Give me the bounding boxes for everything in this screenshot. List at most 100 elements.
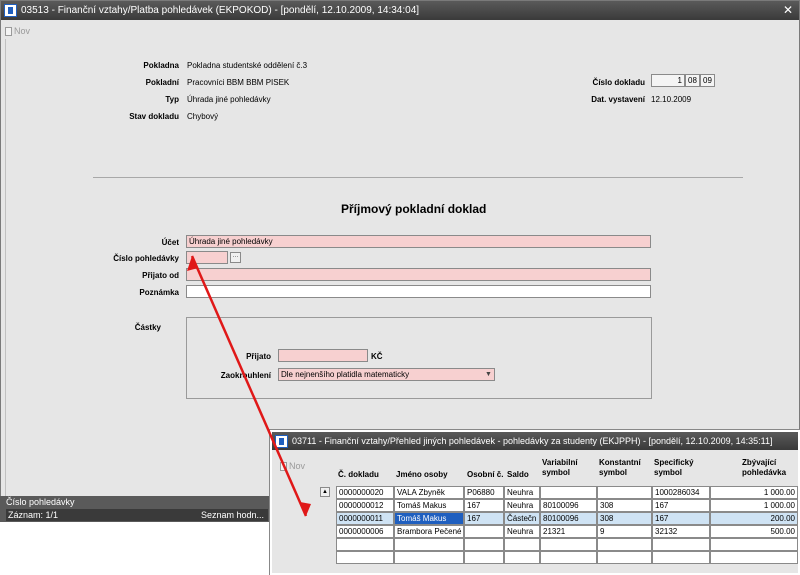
cell-cislo-dokladu[interactable] [336,551,394,564]
cell-konstantni-symbol[interactable]: 308 [597,499,652,512]
cell-jmeno-osoby[interactable]: Tomáš Makus [394,499,464,512]
col-header-osobni-cislo[interactable]: Osobní č. [467,470,503,480]
cell-osobni-cislo[interactable] [464,525,504,538]
cell-jmeno-osoby[interactable]: VALA Zbyněk [394,486,464,499]
cell-osobni-cislo[interactable] [464,538,504,551]
cell-jmeno-osoby[interactable]: Brambora Pečené [394,525,464,538]
datum-vystaveni-label: Dat. vystavení [591,95,645,104]
pokladni-value: Pracovníci BBM BBM PISEK [187,78,290,87]
cislo-dokladu-month[interactable]: 08 [685,74,700,87]
cell-osobni-cislo[interactable]: 167 [464,499,504,512]
cell-variabilni-symbol[interactable] [540,551,597,564]
left-divider [5,39,6,497]
col-header-konstantni-symbol[interactable]: Konstantní symbol [599,458,649,478]
cell-jmeno-osoby[interactable]: Tomáš Makus [394,512,464,525]
app-icon [275,435,288,448]
new-button[interactable]: Nov [5,26,30,36]
poznamka-label: Poznámka [139,288,179,297]
cell-osobni-cislo[interactable]: 167 [464,512,504,525]
pokladna-value: Pokladna studentské oddělení č.3 [187,61,308,70]
ucet-field[interactable]: Úhrada jiné pohledávky [186,235,651,248]
cell-saldo[interactable]: Částečn [504,512,540,525]
secondary-title-bar[interactable]: 03711 - Finanční vztahy/Přehled jiných p… [272,432,798,450]
cislo-dokladu-year[interactable]: 09 [700,74,715,87]
value-list-link[interactable]: Seznam hodn... [201,509,264,521]
col-header-zbyvajici-pohledavka[interactable]: Zbývající pohledávka [742,458,800,478]
form-heading: Příjmový pokladní doklad [341,202,487,216]
cell-zbyvajici-pohledavka[interactable]: 200.00 [710,512,798,525]
cell-specificky-symbol[interactable]: 1000286034 [652,486,710,499]
currency-label: KČ [371,352,383,361]
cislo-pohledavky-field[interactable] [186,251,228,264]
cell-konstantni-symbol[interactable] [597,538,652,551]
cell-konstantni-symbol[interactable] [597,551,652,564]
secondary-window: 03711 - Finanční vztahy/Přehled jiných p… [270,430,800,575]
castky-label: Částky [134,323,161,332]
cell-specificky-symbol[interactable] [652,538,710,551]
cell-variabilni-symbol[interactable] [540,538,597,551]
prijato-label: Přijato [246,352,271,361]
chevron-down-icon[interactable]: ▼ [484,370,493,379]
cell-specificky-symbol[interactable]: 167 [652,512,710,525]
cislo-pohledavky-label: Číslo pohledávky [113,254,179,263]
col-header-cislo-dokladu[interactable]: Č. dokladu [338,470,379,480]
close-icon[interactable]: ✕ [783,2,793,19]
lookup-panel-status: Záznam: 1/1 Seznam hodn... [6,509,268,521]
new-document-icon [280,462,287,471]
cell-specificky-symbol[interactable]: 167 [652,499,710,512]
cell-cislo-dokladu[interactable]: 0000000012 [336,499,394,512]
main-title-bar[interactable]: 03513 - Finanční vztahy/Platba pohledáve… [1,1,799,20]
section-divider [93,177,743,178]
cell-saldo[interactable] [504,551,540,564]
cell-saldo[interactable]: Neuhra [504,525,540,538]
col-header-variabilni-symbol[interactable]: Variabilní symbol [542,458,592,478]
cell-cislo-dokladu[interactable] [336,538,394,551]
cell-saldo[interactable]: Neuhra [504,486,540,499]
pokladni-label: Pokladní [145,78,179,87]
cell-zbyvajici-pohledavka[interactable] [710,538,798,551]
cell-zbyvajici-pohledavka[interactable]: 500.00 [710,525,798,538]
cell-konstantni-symbol[interactable]: 9 [597,525,652,538]
lookup-panel: Číslo pohledávky Záznam: 1/1 Seznam hodn… [0,496,270,522]
prijato-od-label: Přijato od [142,271,179,280]
cell-zbyvajici-pohledavka[interactable]: 1 000.00 [710,486,798,499]
cell-specificky-symbol[interactable] [652,551,710,564]
cell-variabilni-symbol[interactable]: 21321 [540,525,597,538]
prijato-amount-field[interactable] [278,349,368,362]
cell-zbyvajici-pohledavka[interactable]: 1 000.00 [710,499,798,512]
secondary-window-title: 03711 - Finanční vztahy/Přehled jiných p… [292,436,773,446]
cell-variabilni-symbol[interactable]: 80100096 [540,512,597,525]
scroll-up-icon[interactable]: ▲ [320,487,330,497]
cell-osobni-cislo[interactable] [464,551,504,564]
lookup-panel-title: Číslo pohledávky [6,497,75,507]
col-header-jmeno-osoby[interactable]: Jméno osoby [396,470,448,480]
zaokrouhleni-select[interactable]: Dle nejnenšího platidla matematicky ▼ [278,368,495,381]
cell-specificky-symbol[interactable]: 32132 [652,525,710,538]
lookup-button[interactable]: ··· [230,252,241,263]
cell-jmeno-osoby[interactable] [394,538,464,551]
new-button[interactable]: Nov [280,461,305,471]
cell-cislo-dokladu[interactable]: 0000000011 [336,512,394,525]
cell-zbyvajici-pohledavka[interactable] [710,551,798,564]
cell-variabilni-symbol[interactable]: 80100096 [540,499,597,512]
typ-label: Typ [165,95,179,104]
pokladna-label: Pokladna [143,61,179,70]
cislo-dokladu-label: Číslo dokladu [592,78,645,87]
cell-cislo-dokladu[interactable]: 0000000006 [336,525,394,538]
datum-vystaveni-value: 12.10.2009 [651,95,692,104]
cell-jmeno-osoby[interactable] [394,551,464,564]
cell-saldo[interactable]: Neuhra [504,499,540,512]
cell-cislo-dokladu[interactable]: 0000000020 [336,486,394,499]
cell-osobni-cislo[interactable]: P06880 [464,486,504,499]
col-header-saldo[interactable]: Saldo [507,470,529,480]
ucet-label: Účet [161,238,179,247]
cislo-dokladu-number[interactable]: 1 [651,74,685,87]
cell-konstantni-symbol[interactable] [597,486,652,499]
cell-saldo[interactable] [504,538,540,551]
prijato-od-field[interactable] [186,268,651,281]
poznamka-field[interactable] [186,285,651,298]
cell-konstantni-symbol[interactable]: 308 [597,512,652,525]
cell-variabilni-symbol[interactable] [540,486,597,499]
col-header-specificky-symbol[interactable]: Specifický symbol [654,458,704,478]
main-window-title: 03513 - Finanční vztahy/Platba pohledáve… [21,5,420,16]
